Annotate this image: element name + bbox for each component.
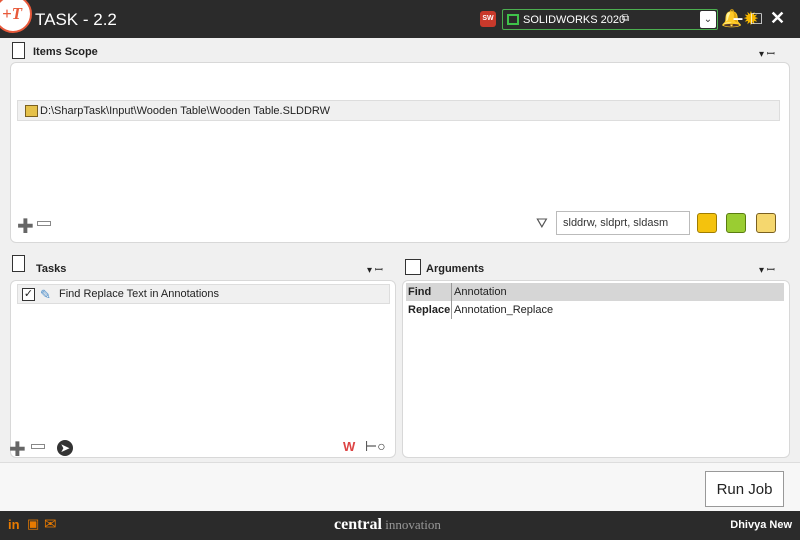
maximize-button[interactable]: □ — [751, 8, 762, 29]
solidworks-version-label: SOLIDWORKS 2020 — [523, 14, 626, 26]
items-scope-title: Items Scope — [33, 46, 98, 58]
task-label: Find Replace Text in Annotations — [59, 288, 220, 300]
solidworks-version-select[interactable]: SOLIDWORKS 2020 ⧉ ⌄ — [502, 9, 718, 30]
minimize-button[interactable]: – — [733, 8, 743, 29]
close-button[interactable]: ✕ — [770, 8, 785, 29]
footer-bar: in ▣ ✉ central innovation Dhivya New — [0, 511, 800, 540]
app-logo: +T — [0, 0, 32, 33]
youtube-icon[interactable]: ▣ — [27, 516, 39, 532]
add-part-icon[interactable] — [697, 213, 717, 233]
title-bar: +T TASK - 2.2 SW SOLIDWORKS 2020 ⧉ ⌄ 🔔 ✹… — [0, 0, 800, 38]
pin-icon[interactable]: ▾ ꟷ — [367, 262, 383, 276]
arguments-title: Arguments — [426, 263, 485, 275]
key-icon[interactable]: ⊢○ — [365, 438, 386, 455]
globe-icon[interactable]: ➤ — [57, 440, 73, 456]
run-job-button[interactable]: Run Job — [705, 471, 784, 507]
mail-icon[interactable]: ✉ — [44, 515, 57, 533]
app-logo-text: +T — [2, 4, 23, 23]
arguments-icon — [405, 259, 421, 275]
add-item-icon[interactable]: ✚ — [17, 214, 34, 239]
external-window-icon[interactable]: ⧉ — [622, 13, 629, 24]
task-checkbox[interactable]: ✓ — [22, 288, 35, 301]
file-path: D:\SharpTask\Input\Wooden Table\Wooden T… — [40, 105, 331, 117]
add-task-icon[interactable]: ✚ — [9, 437, 26, 462]
table-row[interactable]: Replace Annotation_Replace — [406, 301, 784, 319]
remove-item-icon[interactable] — [37, 221, 51, 226]
linkedin-icon[interactable]: in — [8, 517, 20, 532]
brand-logo: central innovation — [334, 516, 441, 534]
brand-tagline: innovation — [381, 517, 441, 532]
list-item[interactable]: D:\SharpTask\Input\Wooden Table\Wooden T… — [17, 100, 780, 121]
argument-key: Find — [408, 286, 432, 298]
pin-icon[interactable]: ▾ ꟷ — [759, 262, 775, 276]
add-drawing-icon[interactable] — [756, 213, 776, 233]
app-title: TASK - 2.2 — [35, 10, 117, 29]
column-divider — [451, 301, 452, 319]
table-row[interactable]: Find Annotation — [406, 283, 784, 301]
find-replace-icon: ✎ — [40, 287, 51, 302]
argument-key: Replace — [408, 304, 451, 316]
tasks-title: Tasks — [36, 263, 67, 275]
add-assembly-icon[interactable] — [726, 213, 746, 233]
solidworks-status-icon — [507, 14, 519, 25]
document-icon — [12, 42, 25, 59]
argument-value[interactable]: Annotation — [454, 286, 507, 298]
chevron-down-icon[interactable]: ⌄ — [700, 11, 716, 28]
pin-icon[interactable]: ▾ ꟷ — [759, 46, 775, 60]
filter-icon: ⛛ — [536, 215, 548, 231]
tasks-list — [10, 280, 396, 458]
list-item[interactable]: ✓ ✎ Find Replace Text in Annotations — [17, 284, 390, 304]
column-divider — [451, 283, 452, 301]
argument-value[interactable]: Annotation_Replace — [454, 304, 553, 316]
task-library-icon[interactable]: W — [343, 439, 355, 454]
drawing-file-icon — [25, 105, 38, 117]
user-name: Dhivya New — [730, 519, 792, 531]
filter-input[interactable]: slddrw, sldprt, sldasm — [556, 211, 690, 235]
solidworks-badge-icon: SW — [480, 11, 496, 27]
remove-task-icon[interactable] — [31, 444, 45, 449]
brand-name: central — [334, 516, 382, 533]
action-bar — [0, 462, 800, 511]
clipboard-icon — [12, 255, 25, 272]
